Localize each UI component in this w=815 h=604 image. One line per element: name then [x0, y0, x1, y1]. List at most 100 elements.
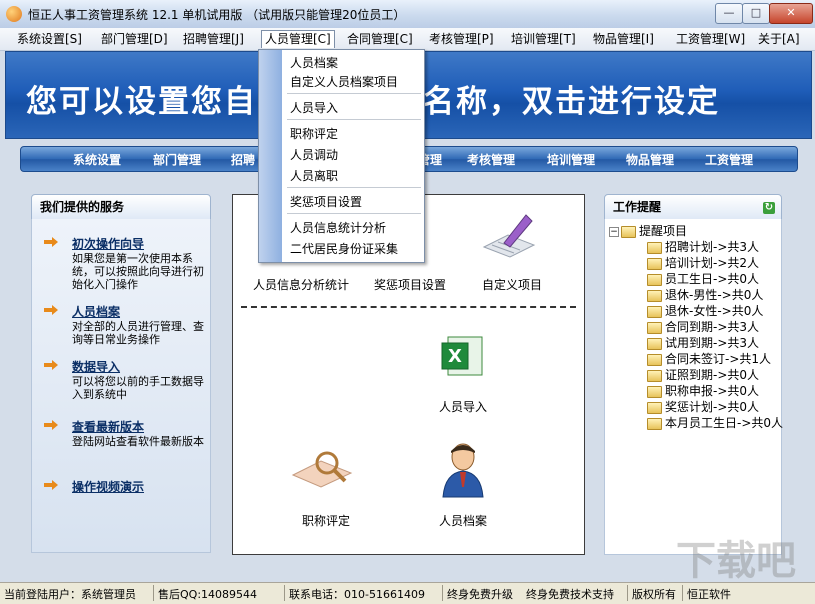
service-link-data-import[interactable]: 数据导入	[72, 358, 120, 375]
menu-item-reward-settings[interactable]: 奖惩项目设置	[290, 193, 362, 210]
tree-item-label: 职称申报->共0人	[665, 384, 760, 398]
menu-personnel[interactable]: 人员管理[C]	[261, 30, 335, 48]
tree-item[interactable]: 退休-女性->共0人	[647, 303, 763, 319]
menu-item-personnel-files[interactable]: 人员档案	[290, 54, 338, 71]
tree-item[interactable]: 合同未签订->共1人	[647, 351, 771, 367]
menu-item-transfer[interactable]: 人员调动	[290, 146, 338, 163]
tree-item[interactable]: 证照到期->共0人	[647, 367, 759, 383]
service-link-latest-version[interactable]: 查看最新版本	[72, 418, 144, 435]
personnel-dropdown-menu: 人员档案 自定义人员档案项目 人员导入 职称评定 人员调动 人员离职 奖惩项目设…	[258, 49, 425, 263]
service-desc-latest-version: 登陆网站查看软件最新版本	[72, 435, 204, 448]
arrow-right-icon	[44, 420, 58, 430]
folder-icon	[647, 289, 662, 302]
menu-item-custom-fields[interactable]: 自定义人员档案项目	[290, 73, 398, 90]
excel-import-icon[interactable]: X	[440, 333, 486, 379]
app-icon	[6, 6, 22, 22]
status-support: 终身免费技术支持	[526, 588, 614, 601]
menu-bar: 系统设置[S] 部门管理[D] 招聘管理[J] 人员管理[C] 合同管理[C] …	[0, 28, 815, 51]
nav-assessment[interactable]: 考核管理	[467, 151, 515, 168]
nav-department[interactable]: 部门管理	[153, 151, 201, 168]
custom-item-pen-icon[interactable]	[480, 209, 538, 263]
work-reminder-panel: 工作提醒 ↻ − 提醒项目 招聘计划->共3人 培训计划->共2人 员工生日->共…	[604, 194, 783, 555]
tree-item-label: 退休-男性->共0人	[665, 288, 764, 302]
services-panel-title: 我们提供的服务	[31, 194, 211, 220]
menu-system-settings[interactable]: 系统设置[S]	[14, 31, 85, 48]
menu-recruitment[interactable]: 招聘管理[J]	[180, 31, 247, 48]
tree-item-label: 试用到期->共3人	[665, 336, 760, 350]
tree-item[interactable]: 退休-男性->共0人	[647, 287, 763, 303]
menu-item-id-card[interactable]: 二代居民身份证采集	[290, 240, 398, 257]
nav-items[interactable]: 物品管理	[626, 151, 674, 168]
tree-item[interactable]: 职称申报->共0人	[647, 383, 759, 399]
service-desc-wizard: 如果您是第一次使用本系统，可以按照此向导进行初始化入门操作	[72, 252, 204, 291]
icon-label-custom-item: 自定义项目	[481, 278, 542, 292]
folder-icon	[647, 321, 662, 334]
title-evaluation-icon[interactable]	[291, 449, 353, 493]
status-bar: 当前登陆用户：系统管理员 售后QQ:14089544 联系电话：010-5166…	[0, 582, 815, 604]
folder-icon	[647, 241, 662, 254]
reminder-panel-header: 工作提醒 ↻	[604, 194, 782, 220]
tree-item[interactable]: 合同到期->共3人	[647, 319, 759, 335]
menu-item-resignation[interactable]: 人员离职	[290, 167, 338, 184]
service-link-video-demo[interactable]: 操作视频演示	[72, 478, 144, 495]
menu-item-title-evaluation[interactable]: 职称评定	[290, 125, 338, 142]
service-link-personnel-files[interactable]: 人员档案	[72, 303, 120, 320]
status-separator	[682, 585, 683, 601]
menu-items[interactable]: 物品管理[I]	[590, 31, 657, 48]
tree-item[interactable]: 本月员工生日->共0人	[647, 415, 783, 431]
nav-system-settings[interactable]: 系统设置	[73, 151, 121, 168]
title-bar: 恒正人事工资管理系统 12.1 单机试用版 （试用版只能管理20位员工） — □…	[0, 0, 815, 29]
close-button[interactable]: ✕	[769, 3, 813, 24]
watermark: 下载吧	[676, 538, 796, 584]
status-separator	[442, 585, 443, 601]
tree-item[interactable]: 试用到期->共3人	[647, 335, 759, 351]
folder-icon	[647, 385, 662, 398]
status-copyright: 版权所有	[632, 588, 676, 601]
tree-item-label: 招聘计划->共3人	[665, 240, 760, 254]
tree-item[interactable]: 招聘计划->共3人	[647, 239, 759, 255]
icon-label-reward-punish: 奖惩项目设置	[373, 278, 446, 292]
folder-icon	[647, 273, 662, 286]
status-upgrade: 终身免费升级	[447, 588, 513, 601]
maximize-button[interactable]: □	[742, 3, 770, 24]
dashed-divider	[241, 306, 576, 308]
arrow-right-icon	[44, 360, 58, 370]
menu-salary[interactable]: 工资管理[W]	[673, 31, 748, 48]
menu-item-statistics[interactable]: 人员信息统计分析	[290, 219, 386, 236]
window-title: 恒正人事工资管理系统 12.1 单机试用版 （试用版只能管理20位员工）	[28, 8, 406, 22]
menu-separator	[287, 93, 421, 94]
status-phone: 联系电话：010-51661409	[289, 588, 425, 601]
person-archive-icon[interactable]	[439, 441, 487, 499]
menu-contract[interactable]: 合同管理[C]	[344, 31, 416, 48]
minimize-button[interactable]: —	[715, 3, 743, 24]
arrow-right-icon	[44, 305, 58, 315]
folder-icon	[647, 257, 662, 270]
icon-label-statistics: 人员信息分析统计	[252, 278, 349, 292]
tree-item-label: 合同到期->共3人	[665, 320, 760, 334]
tree-item[interactable]: 培训计划->共2人	[647, 255, 759, 271]
tree-item[interactable]: 奖惩计划->共0人	[647, 399, 759, 415]
service-desc-personnel-files: 对全部的人员进行管理、查询等日常业务操作	[72, 320, 204, 346]
nav-salary[interactable]: 工资管理	[705, 151, 753, 168]
tree-item-label: 本月员工生日->共0人	[665, 416, 784, 430]
menu-training[interactable]: 培训管理[T]	[508, 31, 579, 48]
service-link-wizard[interactable]: 初次操作向导	[72, 235, 144, 252]
menu-about[interactable]: 关于[A]	[755, 31, 803, 48]
tree-item[interactable]: 员工生日->共0人	[647, 271, 759, 287]
menu-assessment[interactable]: 考核管理[P]	[426, 31, 497, 48]
menu-icon-strip	[259, 50, 282, 262]
tree-item-label: 合同未签订->共1人	[665, 352, 772, 366]
menu-item-import[interactable]: 人员导入	[290, 99, 338, 116]
refresh-icon[interactable]: ↻	[763, 202, 775, 214]
nav-training[interactable]: 培训管理	[547, 151, 595, 168]
tree-item-label: 证照到期->共0人	[665, 368, 760, 382]
collapse-icon[interactable]: −	[609, 226, 619, 237]
menu-department[interactable]: 部门管理[D]	[98, 31, 171, 48]
tree-root[interactable]: − 提醒项目	[609, 223, 687, 239]
icon-label-personnel-archive: 人员档案	[438, 514, 487, 528]
arrow-right-icon	[44, 480, 58, 490]
nav-recruitment[interactable]: 招聘	[231, 151, 255, 168]
menu-separator	[287, 119, 421, 120]
menu-separator	[287, 213, 421, 214]
status-separator	[284, 585, 285, 601]
